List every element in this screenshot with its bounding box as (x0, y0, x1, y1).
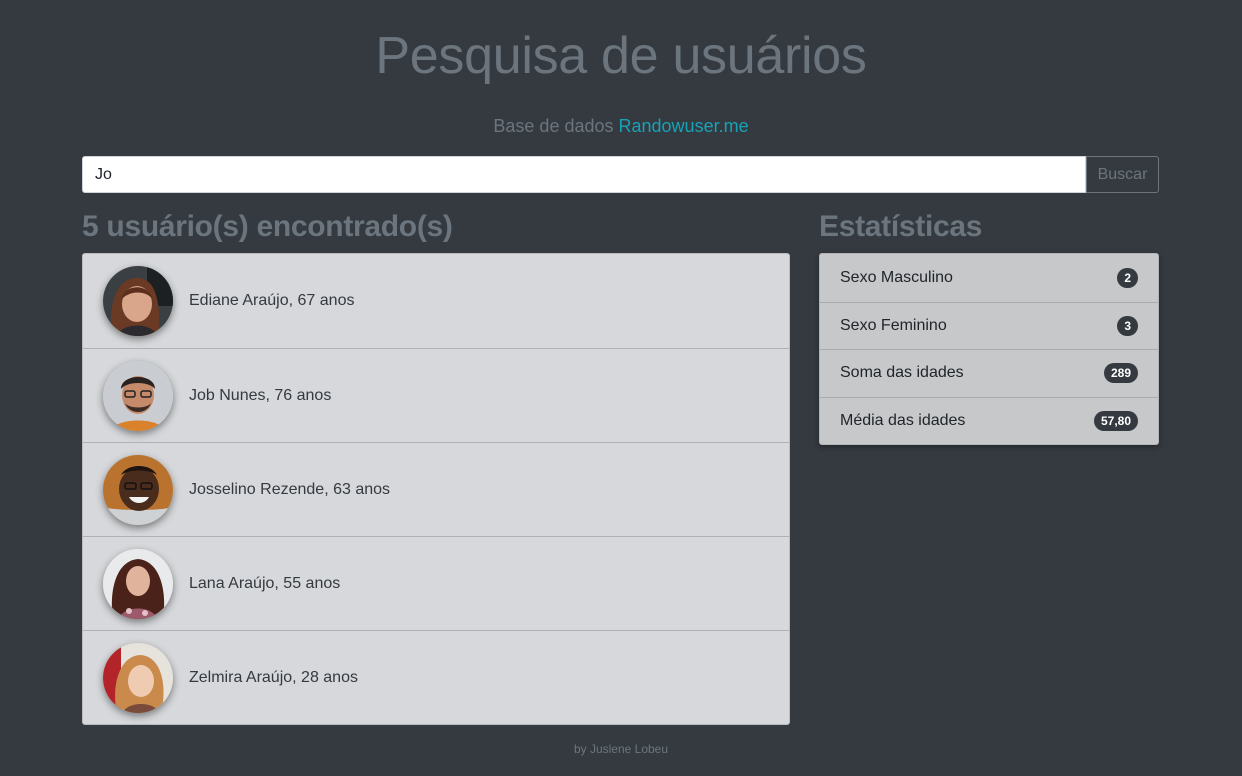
stats-list: Sexo Masculino 2 Sexo Feminino 3 Soma da… (819, 253, 1159, 445)
subtitle-prefix: Base de dados (493, 116, 614, 136)
user-name: Ediane Araújo, 67 anos (189, 292, 355, 309)
stat-badge: 289 (1103, 363, 1138, 384)
user-name: Job Nunes, 76 anos (189, 386, 332, 404)
user-avatar-photo (103, 454, 173, 525)
page: Pesquisa de usuários Base de dados Rando… (0, 0, 1242, 776)
user-list-item: Ediane Araújo, 67 anos (83, 254, 789, 348)
user-avatar-photo (103, 266, 173, 336)
page-title: Pesquisa de usuários (375, 27, 867, 85)
stat-item-female: Sexo Feminino 3 (820, 301, 1158, 350)
stat-badge: 57,80 (1093, 410, 1138, 431)
user-list-item: Lana Araújo, 55 anos (83, 536, 789, 630)
stat-label: Média das idades (840, 411, 966, 429)
user-name: Zelmira Araújo, 28 anos (189, 668, 358, 686)
stat-item-age-average: Média das idades 57,80 (820, 396, 1158, 445)
user-list-item: Zelmira Araújo, 28 anos (83, 630, 789, 724)
user-name: Josselino Rezende, 63 anos (189, 480, 391, 498)
user-list-item: Job Nunes, 76 anos (83, 348, 789, 442)
user-avatar-photo (103, 360, 173, 431)
footer-credit: by Juslene Lobeu (573, 742, 669, 756)
stat-label: Sexo Feminino (840, 316, 947, 334)
stat-label: Soma das idades (840, 364, 964, 382)
stat-badge: 3 (1117, 315, 1138, 336)
search-input[interactable] (82, 156, 1086, 193)
stat-label: Sexo Masculino (840, 268, 953, 286)
randomuser-link[interactable]: Randowuser.me (619, 116, 749, 136)
search-button[interactable]: Buscar (1086, 156, 1159, 193)
user-avatar-photo (103, 548, 173, 619)
stat-badge: 2 (1117, 267, 1138, 288)
user-list: Ediane Araújo, 67 anos Job Nunes, 76 ano… (82, 253, 790, 725)
search-bar: Buscar (82, 156, 1159, 193)
user-list-item: Josselino Rezende, 63 anos (83, 442, 789, 536)
stat-item-age-sum: Soma das idades 289 (820, 349, 1158, 397)
stats-heading: Estatísticas (819, 210, 983, 243)
user-avatar-photo (103, 642, 173, 713)
results-heading: 5 usuário(s) encontrado(s) (82, 210, 453, 243)
stat-item-male: Sexo Masculino 2 (820, 254, 1158, 302)
user-name: Lana Araújo, 55 anos (189, 574, 341, 592)
page-subtitle: Base de dados Randowuser.me (0, 116, 1242, 137)
